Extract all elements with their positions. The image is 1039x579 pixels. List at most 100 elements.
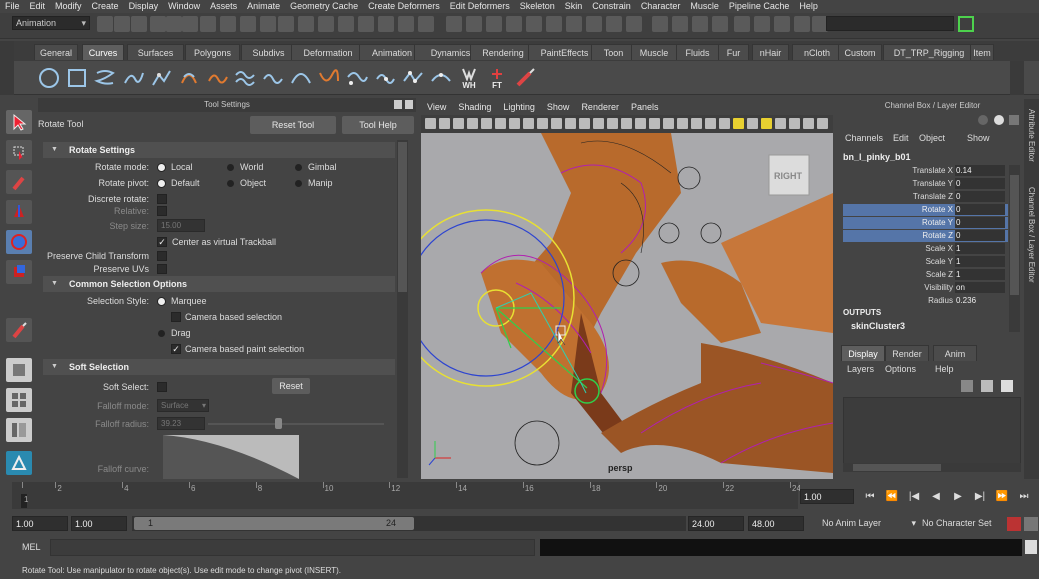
shelf-options-column[interactable] [1010, 61, 1024, 95]
tool-settings-scrollbar[interactable] [397, 140, 408, 478]
status-line-icon[interactable] [526, 16, 542, 32]
layer-list-hscrollbar[interactable] [843, 463, 1021, 472]
channel-value[interactable]: 0 [955, 191, 1005, 202]
circle-icon[interactable] [36, 65, 62, 91]
menu-file[interactable]: File [0, 1, 25, 11]
viewport-toolbar-icon[interactable] [593, 118, 604, 129]
viewport-toolbar-icon[interactable] [523, 118, 534, 129]
status-line-icon[interactable] [652, 16, 668, 32]
rotate-mode-world-radio[interactable]: World [227, 162, 263, 172]
viewport-toolbar-icon[interactable] [789, 118, 800, 129]
status-line-icon[interactable] [626, 16, 642, 32]
arc-curve-icon[interactable] [176, 65, 202, 91]
auto-key-icon[interactable] [1007, 517, 1021, 531]
soft-reset-button[interactable]: Reset [272, 378, 310, 394]
rebuild-curve-icon[interactable] [400, 65, 426, 91]
status-line-icon[interactable] [398, 16, 414, 32]
step-back-frame-icon[interactable]: ⏪ [885, 489, 899, 503]
reverse-curve-icon[interactable] [372, 65, 398, 91]
status-line-icon[interactable] [338, 16, 354, 32]
viewport-toolbar-icon[interactable] [705, 118, 716, 129]
menu-edit-deformers[interactable]: Edit Deformers [445, 1, 515, 11]
menu-skin[interactable]: Skin [560, 1, 588, 11]
channel-box-icon-3[interactable] [1009, 115, 1019, 125]
layer-list[interactable] [843, 397, 1021, 467]
channel-value[interactable]: 0 [955, 204, 1005, 215]
channel-value[interactable]: 0 [955, 217, 1005, 228]
status-line-icon[interactable] [358, 16, 374, 32]
channel-box-icon-2[interactable] [994, 115, 1004, 125]
channel-box-tab[interactable]: Channel Box / Layer Editor [1027, 187, 1036, 283]
layer-menu-options[interactable]: Options [885, 364, 916, 374]
status-line-icon[interactable] [182, 16, 198, 32]
rotate-pivot-manip-radio[interactable]: Manip [295, 178, 333, 188]
playback-start-field[interactable]: 1.00 [71, 516, 127, 531]
menu-constrain[interactable]: Constrain [587, 1, 636, 11]
channel-row-rotate-z[interactable]: Rotate Z0 [843, 230, 1008, 242]
viewport-toolbar-icon[interactable] [607, 118, 618, 129]
channel-value[interactable]: 1 [955, 269, 1005, 280]
hypershade-layout-icon[interactable] [6, 451, 32, 475]
status-line-icon[interactable] [200, 16, 216, 32]
layer-tab-anim[interactable]: Anim [933, 345, 977, 361]
viewport-menu-shading[interactable]: Shading [452, 102, 497, 112]
layer-tab-render[interactable]: Render [885, 345, 929, 361]
status-line-icon[interactable] [97, 16, 113, 32]
offset-curve-icon[interactable] [344, 65, 370, 91]
tab-fur[interactable]: Fur [718, 44, 749, 60]
character-set-dropdown[interactable]: No Character Set [922, 518, 992, 528]
go-to-start-icon[interactable]: ⏮ [863, 489, 877, 503]
menu-character[interactable]: Character [636, 1, 686, 11]
status-line-icon[interactable] [586, 16, 602, 32]
tab-item[interactable]: Item [970, 44, 994, 60]
layer-menu-layers[interactable]: Layers [847, 364, 874, 374]
menu-window[interactable]: Window [163, 1, 205, 11]
viewport-toolbar-icon[interactable] [691, 118, 702, 129]
status-line-icon[interactable] [566, 16, 582, 32]
detach-curves-icon[interactable] [260, 65, 286, 91]
viewport-toolbar-icon[interactable] [663, 118, 674, 129]
falloff-radius-field[interactable]: 39.23 [157, 417, 205, 430]
restore-icon[interactable] [394, 100, 402, 109]
tab-nhair[interactable]: nHair [752, 44, 789, 60]
tab-polygons[interactable]: Polygons [185, 44, 240, 60]
command-input[interactable] [50, 539, 535, 556]
viewport-toolbar-icon[interactable] [579, 118, 590, 129]
animation-preferences-icon[interactable] [1024, 517, 1038, 531]
status-line-icon[interactable] [506, 16, 522, 32]
drag-radio[interactable]: Drag [158, 328, 191, 338]
perspective-viewport[interactable]: View Shading Lighting Show Renderer Panels [421, 99, 833, 479]
tab-deformation[interactable]: Deformation [291, 44, 365, 60]
viewport-toolbar-icon[interactable] [481, 118, 492, 129]
reset-tool-button[interactable]: Reset Tool [250, 116, 336, 134]
status-line-icon[interactable] [378, 16, 394, 32]
falloff-radius-slider-handle[interactable] [275, 418, 282, 429]
attach-curves-icon[interactable] [232, 65, 258, 91]
viewport-toolbar-icon[interactable] [439, 118, 450, 129]
menu-animate[interactable]: Animate [242, 1, 285, 11]
tab-subdivs[interactable]: Subdivs [241, 44, 296, 60]
rotate-mode-gimbal-radio[interactable]: Gimbal [295, 162, 337, 172]
menu-muscle[interactable]: Muscle [685, 1, 724, 11]
layer-menu-help[interactable]: Help [935, 364, 954, 374]
select-tool-icon[interactable] [6, 110, 32, 134]
viewport-toolbar-icon[interactable] [425, 118, 436, 129]
viewport-toolbar-icon[interactable] [817, 118, 828, 129]
center-trackball-checkbox[interactable]: ✓ [157, 237, 167, 247]
new-empty-layer-icon[interactable] [1001, 380, 1013, 392]
preserve-child-checkbox[interactable] [157, 251, 167, 261]
menu-create[interactable]: Create [87, 1, 124, 11]
soft-selection-header[interactable]: Soft Selection [43, 359, 395, 375]
viewport-menu-lighting[interactable]: Lighting [497, 102, 541, 112]
script-editor-icon[interactable] [1025, 540, 1037, 554]
channel-menu-show[interactable]: Show [967, 133, 990, 143]
square-icon[interactable] [64, 65, 90, 91]
range-bar[interactable]: 1 24 [134, 517, 414, 530]
single-pane-layout-icon[interactable] [6, 358, 32, 382]
status-line-icon[interactable] [712, 16, 728, 32]
playback-end-field[interactable]: 24.00 [688, 516, 744, 531]
channel-value[interactable]: 0 [955, 230, 1005, 241]
ep-curve-icon[interactable] [120, 65, 146, 91]
viewport-toolbar-icon[interactable] [761, 118, 772, 129]
scrollbar-thumb[interactable] [1010, 175, 1019, 295]
